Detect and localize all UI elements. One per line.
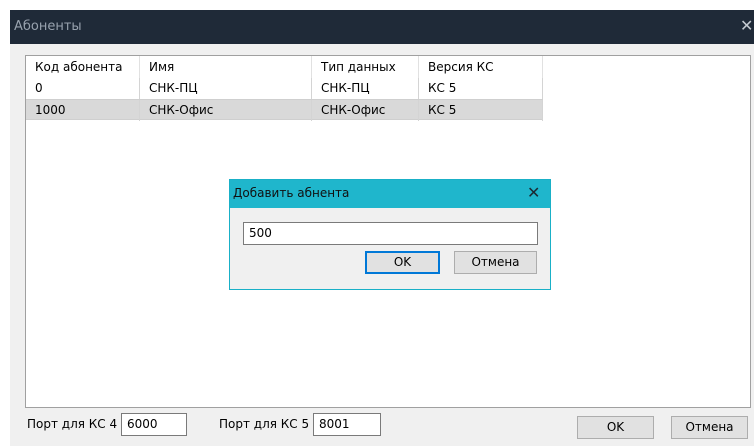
dialog-ok-button[interactable]: OK	[365, 251, 440, 274]
dialog-cancel-button[interactable]: Отмена	[454, 251, 537, 274]
cell-name: СНК-Офис	[140, 100, 312, 121]
window-title: Абоненты	[14, 19, 82, 34]
port-kc4-input[interactable]: 6000	[121, 413, 187, 436]
cell-data-type: СНК-Офис	[312, 100, 419, 121]
cell-kc-version: КС 5	[419, 100, 543, 121]
column-header-data-type[interactable]: Тип данных	[312, 56, 419, 78]
table-row[interactable]: 0 СНК-ПЦ СНК-ПЦ КС 5	[26, 78, 543, 99]
add-subscriber-dialog: Добавить абнента ✕ 500 OK Отмена	[229, 179, 551, 290]
dialog-titlebar[interactable]: Добавить абнента ✕	[230, 180, 550, 208]
cell-data-type: СНК-ПЦ	[312, 78, 419, 99]
port-kc4-label: Порт для КС 4	[27, 417, 118, 431]
cell-code: 0	[26, 78, 140, 99]
window-titlebar[interactable]: Абоненты ✕	[10, 10, 754, 44]
subscriber-code-input[interactable]: 500	[243, 222, 538, 245]
ok-button[interactable]: OK	[577, 416, 654, 439]
column-header-kc-version[interactable]: Версия КС	[419, 56, 543, 78]
column-header-code[interactable]: Код абонента	[26, 56, 140, 78]
footer-bar: Порт для КС 4 6000 Порт для КС 5 8001 OK…	[10, 410, 754, 446]
cell-code: 1000	[26, 100, 140, 121]
cancel-button[interactable]: Отмена	[671, 416, 748, 439]
cell-name: СНК-ПЦ	[140, 78, 312, 99]
table-row[interactable]: 1000 СНК-Офис СНК-Офис КС 5	[26, 99, 543, 121]
close-icon[interactable]: ✕	[527, 183, 540, 202]
close-icon[interactable]: ✕	[740, 16, 753, 35]
port-kc5-input[interactable]: 8001	[313, 413, 381, 436]
column-header-name[interactable]: Имя	[140, 56, 312, 78]
port-kc5-label: Порт для КС 5	[219, 417, 310, 431]
cell-kc-version: КС 5	[419, 78, 543, 99]
list-header: Код абонента Имя Тип данных Версия КС	[26, 56, 543, 78]
dialog-title: Добавить абнента	[233, 186, 350, 200]
